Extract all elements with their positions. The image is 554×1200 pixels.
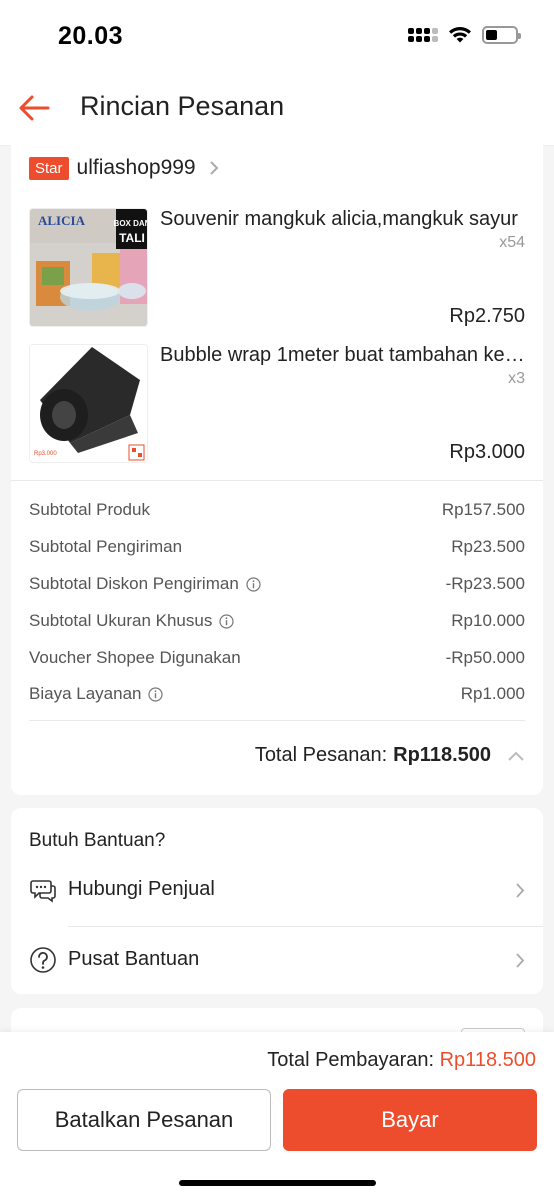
question-circle-icon (30, 947, 56, 973)
product-thumb-label: TALI (119, 231, 145, 245)
info-icon[interactable] (246, 576, 261, 592)
summary-value: -Rp50.000 (445, 648, 525, 667)
product-thumb-label: BOX DAN (114, 219, 148, 228)
info-icon[interactable] (148, 686, 164, 702)
summary-row-voucher: Voucher Shopee Digunakan -Rp50.000 (29, 648, 525, 672)
help-item-help-center[interactable]: Pusat Bantuan (29, 940, 525, 984)
summary-row-diskon-pengiriman: Subtotal Diskon Pengiriman -Rp23.500 (29, 574, 525, 598)
divider (29, 720, 525, 721)
pay-button[interactable]: Bayar (283, 1089, 537, 1151)
cancel-order-button[interactable]: Batalkan Pesanan (17, 1089, 271, 1151)
help-item-label: Hubungi Penjual (68, 878, 215, 900)
back-arrow-icon[interactable] (16, 90, 52, 126)
payment-total-label: Total Pembayaran: (267, 1049, 435, 1071)
help-card: Butuh Bantuan? Hubungi Penjual Pusat Ban… (11, 808, 543, 994)
chat-icon (30, 880, 56, 903)
product-quantity: x3 (508, 370, 525, 387)
summary-row-ukuran-khusus: Subtotal Ukuran Khusus Rp10.000 (29, 611, 525, 635)
summary-row-subtotal-pengiriman: Subtotal Pengiriman Rp23.500 (29, 537, 525, 561)
product-item[interactable]: BOX DAN TALI ALICIA Souvenir mangkuk ali… (29, 208, 525, 328)
summary-value: Rp157.500 (441, 500, 525, 519)
status-icons (408, 26, 521, 44)
status-time: 20.03 (58, 22, 124, 50)
summary-value: -Rp23.500 (445, 574, 525, 593)
status-bar: 20.03 (0, 0, 554, 70)
product-price: Rp3.000 (449, 441, 525, 463)
product-image: BOX DAN TALI ALICIA (29, 208, 148, 327)
order-details-card: Star ulfiashop999 BOX DAN TALI ALICIA So… (11, 140, 543, 795)
product-name: Souvenir mangkuk alicia,mangkuk sayur (160, 208, 518, 230)
summary-label: Subtotal Pengiriman (29, 537, 183, 556)
chevron-up-icon[interactable] (507, 750, 525, 762)
cellular-signal-icon (408, 28, 438, 42)
help-item-label: Pusat Bantuan (68, 948, 200, 970)
summary-row-subtotal-produk: Subtotal Produk Rp157.500 (29, 500, 525, 524)
product-thumb-label: ALICIA (38, 213, 86, 228)
help-item-contact-seller[interactable]: Hubungi Penjual (29, 870, 525, 914)
star-badge: Star (29, 156, 69, 180)
chevron-right-icon (516, 953, 525, 968)
help-title: Butuh Bantuan? (29, 830, 166, 851)
shop-name: ulfiashop999 (76, 156, 196, 179)
summary-value: Rp1.000 (460, 684, 525, 703)
page-header: Rincian Pesanan (0, 70, 554, 146)
shop-row[interactable]: Star ulfiashop999 (29, 156, 220, 180)
payment-total-amount: Rp118.500 (439, 1049, 536, 1071)
product-image: Rp3.000 (29, 344, 148, 463)
summary-value: Rp10.000 (451, 611, 525, 630)
product-price: Rp2.750 (449, 305, 525, 327)
product-item[interactable]: Rp3.000 Bubble wrap 1meter buat tambahan… (29, 344, 525, 464)
order-total-amount: Rp118.500 (393, 744, 491, 766)
divider (11, 480, 543, 481)
page-title: Rincian Pesanan (80, 91, 285, 121)
order-total-row[interactable]: Total Pesanan: Rp118.500 (255, 744, 525, 767)
battery-icon (482, 26, 521, 44)
summary-value: Rp23.500 (451, 537, 525, 556)
info-icon[interactable] (219, 613, 234, 629)
product-thumb-label: Rp3.000 (34, 451, 57, 457)
summary-label: Subtotal Diskon Pengiriman (29, 574, 239, 593)
summary-label: Voucher Shopee Digunakan (29, 648, 241, 667)
wifi-icon (449, 27, 471, 43)
chevron-right-icon (516, 883, 525, 898)
summary-label: Biaya Layanan (29, 684, 142, 703)
summary-label: Subtotal Ukuran Khusus (29, 611, 213, 630)
divider (68, 926, 543, 927)
summary-label: Subtotal Produk (29, 500, 150, 519)
product-quantity: x54 (499, 234, 525, 251)
bottom-bar: Total Pembayaran: Rp118.500 Batalkan Pes… (0, 1032, 554, 1200)
order-total-label: Total Pesanan: (254, 744, 388, 766)
product-name: Bubble wrap 1meter buat tambahan kemasan (160, 344, 525, 366)
chevron-right-icon (209, 161, 219, 175)
payment-total: Total Pembayaran: Rp118.500 (267, 1049, 536, 1072)
summary-row-biaya-layanan: Biaya Layanan Rp1.000 (29, 684, 525, 708)
home-indicator[interactable] (179, 1180, 376, 1186)
